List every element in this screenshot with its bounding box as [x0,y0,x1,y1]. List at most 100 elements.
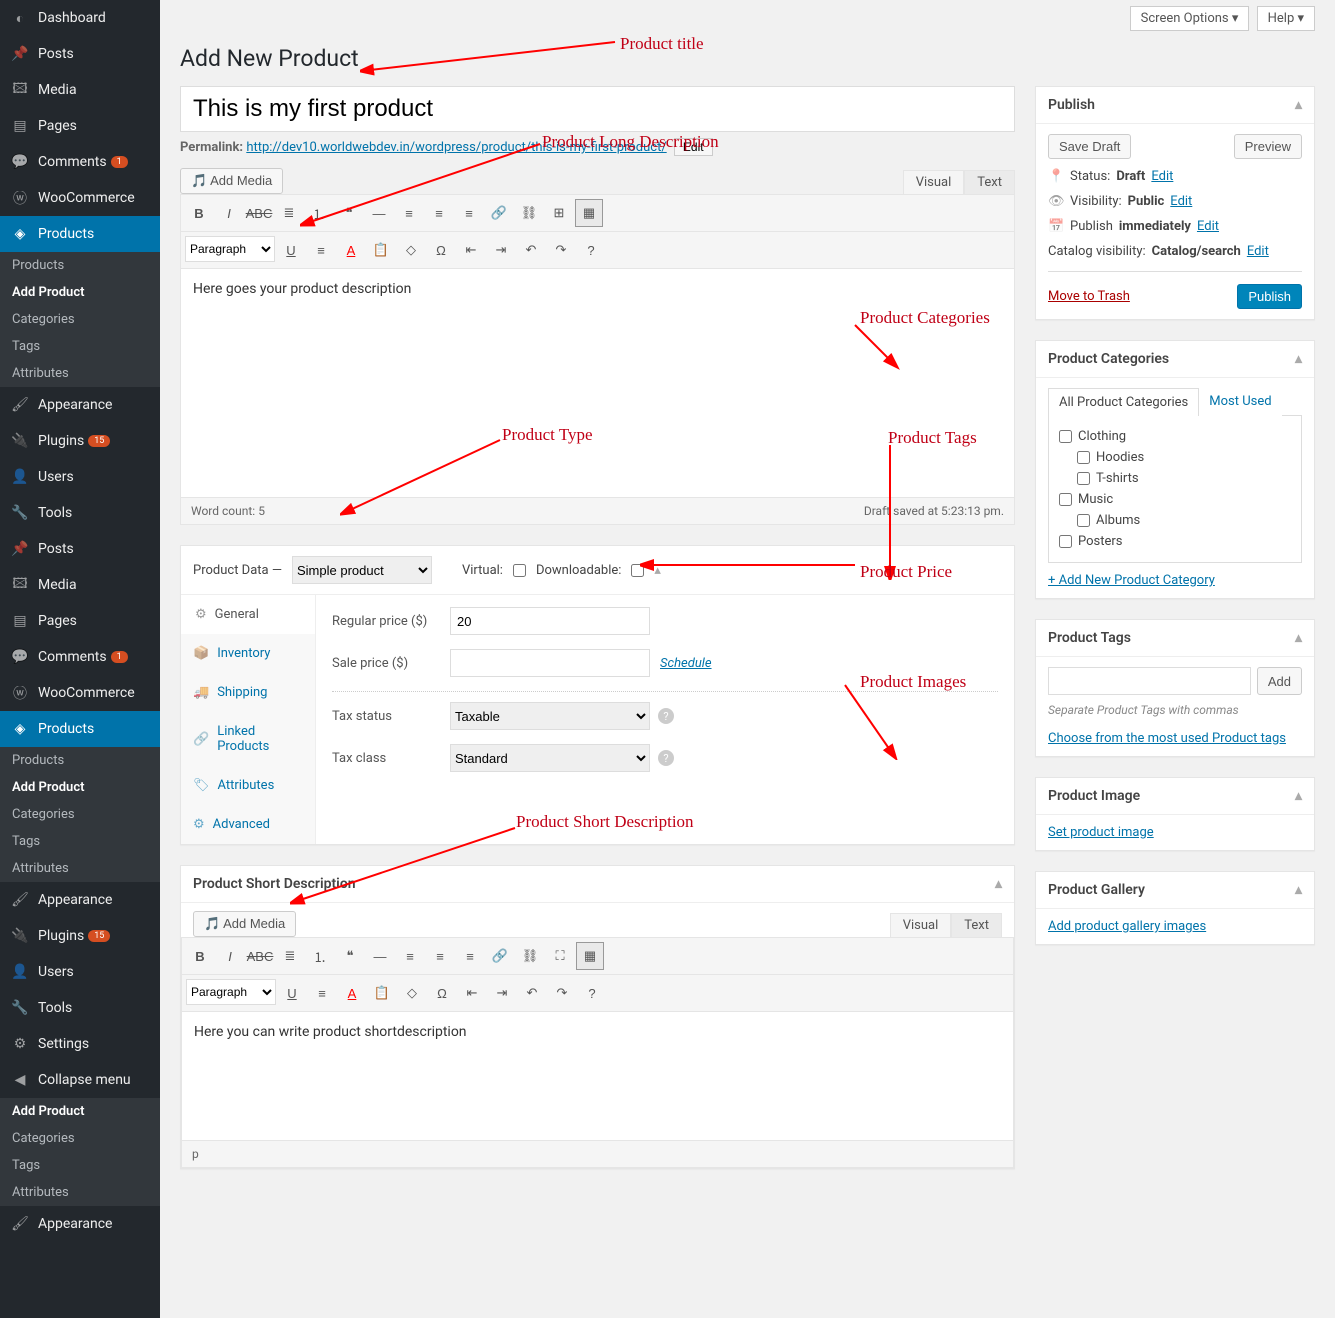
category-checkbox[interactable] [1059,493,1072,506]
align-right-icon[interactable]: ≡ [455,199,483,227]
sidebar-item-products[interactable]: ◈Products [0,216,160,252]
sidebar-sub-attributes[interactable]: Attributes [0,1179,160,1206]
sidebar-item-tools[interactable]: 🔧Tools [0,495,160,531]
format-select[interactable]: Paragraph [185,236,275,262]
underline-icon[interactable]: U [278,979,306,1007]
downloadable-checkbox[interactable] [631,564,644,577]
format-select[interactable]: Paragraph [186,979,276,1005]
short-description-editor[interactable]: Here you can write product shortdescript… [181,1011,1014,1141]
textcolor-icon[interactable]: A [338,979,366,1007]
sidebar-sub-tags[interactable]: Tags [0,333,160,360]
sidebar-sub-attributes[interactable]: Attributes [0,360,160,387]
publish-button[interactable]: Publish [1237,284,1302,309]
special-char-icon[interactable]: Ω [427,236,455,264]
sidebar-sub-tags[interactable]: Tags [0,1152,160,1179]
align-right-icon[interactable]: ≡ [456,942,484,970]
toolbar-toggle-icon[interactable]: ▦ [576,942,604,970]
publish-edit-link[interactable]: Edit [1197,219,1219,234]
collapse-icon[interactable]: ▴ [995,876,1002,892]
tax-status-select[interactable]: Taxable [450,702,650,730]
quote-icon[interactable]: ❝ [335,199,363,227]
save-draft-button[interactable]: Save Draft [1048,134,1131,159]
sidebar-item-products[interactable]: ◈Products [0,711,160,747]
sidebar-item-posts[interactable]: 📌Posts [0,531,160,567]
sidebar-item-woocommerce[interactable]: ⓦWooCommerce [0,180,160,216]
product-title-input[interactable] [180,86,1015,132]
sidebar-sub-add-product[interactable]: Add Product [0,774,160,801]
tab-most-used[interactable]: Most Used [1199,388,1281,416]
sidebar-sub-products[interactable]: Products [0,252,160,279]
paste-icon[interactable]: 📋 [368,979,396,1007]
product-type-select[interactable]: Simple product [292,556,432,584]
add-tag-button[interactable]: Add [1257,667,1302,695]
tab-all-categories[interactable]: All Product Categories [1048,388,1199,416]
tab-text[interactable]: Text [951,913,1002,937]
category-checkbox[interactable] [1077,514,1090,527]
sidebar-item-appearance[interactable]: 🖌Appearance [0,1206,160,1242]
bold-icon[interactable]: B [186,942,214,970]
bullet-list-icon[interactable]: ≣ [275,199,303,227]
help-icon[interactable]: ? [658,708,674,724]
clear-icon[interactable]: ◇ [397,236,425,264]
category-checkbox[interactable] [1059,430,1072,443]
number-list-icon[interactable]: ⒈ [306,942,334,970]
category-checkbox[interactable] [1077,451,1090,464]
help-button[interactable]: Help ▾ [1257,6,1315,31]
italic-icon[interactable]: I [216,942,244,970]
virtual-checkbox[interactable] [513,564,526,577]
sidebar-sub-add-product[interactable]: Add Product [0,1098,160,1125]
redo-icon[interactable]: ↷ [548,979,576,1007]
screen-options-button[interactable]: Screen Options ▾ [1130,6,1250,31]
help-icon[interactable]: ? [577,236,605,264]
move-to-trash-link[interactable]: Move to Trash [1048,289,1130,304]
sidebar-item-media[interactable]: 🖾Media [0,72,160,108]
permalink-link[interactable]: http://dev10.worldwebdev.in/wordpress/pr… [246,140,666,155]
tab-text[interactable]: Text [964,170,1015,194]
sidebar-item-users[interactable]: 👤Users [0,459,160,495]
sidebar-item-settings[interactable]: ⚙Settings [0,1026,160,1062]
strike-icon[interactable]: ABC [246,942,274,970]
redo-icon[interactable]: ↷ [547,236,575,264]
sidebar-item-comments[interactable]: 💬Comments1 [0,639,160,675]
hr-icon[interactable]: — [365,199,393,227]
sidebar-item-pages[interactable]: ▤Pages [0,108,160,144]
sidebar-item-posts[interactable]: 📌Posts [0,36,160,72]
link-icon[interactable]: 🔗 [485,199,513,227]
sidebar-item-collapse-menu[interactable]: ◀Collapse menu [0,1062,160,1098]
preview-button[interactable]: Preview [1234,134,1302,159]
clear-icon[interactable]: ◇ [398,979,426,1007]
sidebar-item-tools[interactable]: 🔧Tools [0,990,160,1026]
align-left-icon[interactable]: ≡ [396,942,424,970]
paste-icon[interactable]: 📋 [367,236,395,264]
tax-class-select[interactable]: Standard [450,744,650,772]
sidebar-sub-categories[interactable]: Categories [0,1125,160,1152]
catalog-edit-link[interactable]: Edit [1247,244,1269,259]
collapse-icon[interactable]: ▴ [1295,630,1302,646]
sidebar-sub-products[interactable]: Products [0,747,160,774]
sidebar-item-pages[interactable]: ▤Pages [0,603,160,639]
pd-tab-shipping[interactable]: 🚚Shipping [181,673,315,712]
align-center-icon[interactable]: ≡ [425,199,453,227]
category-checkbox[interactable] [1059,535,1072,548]
align-left-icon[interactable]: ≡ [395,199,423,227]
category-checkbox[interactable] [1077,472,1090,485]
align-center-icon[interactable]: ≡ [426,942,454,970]
tag-input[interactable] [1048,667,1251,695]
number-list-icon[interactable]: ⒈ [305,199,333,227]
collapse-icon[interactable]: ▴ [1295,97,1302,113]
help-icon[interactable]: ? [658,750,674,766]
pd-tab-inventory[interactable]: 📦Inventory [181,634,315,673]
choose-tags-link[interactable]: Choose from the most used Product tags [1048,731,1286,746]
sidebar-item-plugins[interactable]: 🔌Plugins15 [0,423,160,459]
pd-tab-general[interactable]: ⚙General [181,595,315,634]
sidebar-item-users[interactable]: 👤Users [0,954,160,990]
sidebar-item-plugins[interactable]: 🔌Plugins15 [0,918,160,954]
add-media-button[interactable]: 🎵 Add Media [180,168,283,194]
sidebar-item-media[interactable]: 🖾Media [0,567,160,603]
special-char-icon[interactable]: Ω [428,979,456,1007]
regular-price-input[interactable] [450,607,650,635]
sidebar-sub-tags[interactable]: Tags [0,828,160,855]
outdent-icon[interactable]: ⇤ [458,979,486,1007]
toolbar-toggle-icon[interactable]: ▦ [575,199,603,227]
sidebar-item-appearance[interactable]: 🖌Appearance [0,882,160,918]
